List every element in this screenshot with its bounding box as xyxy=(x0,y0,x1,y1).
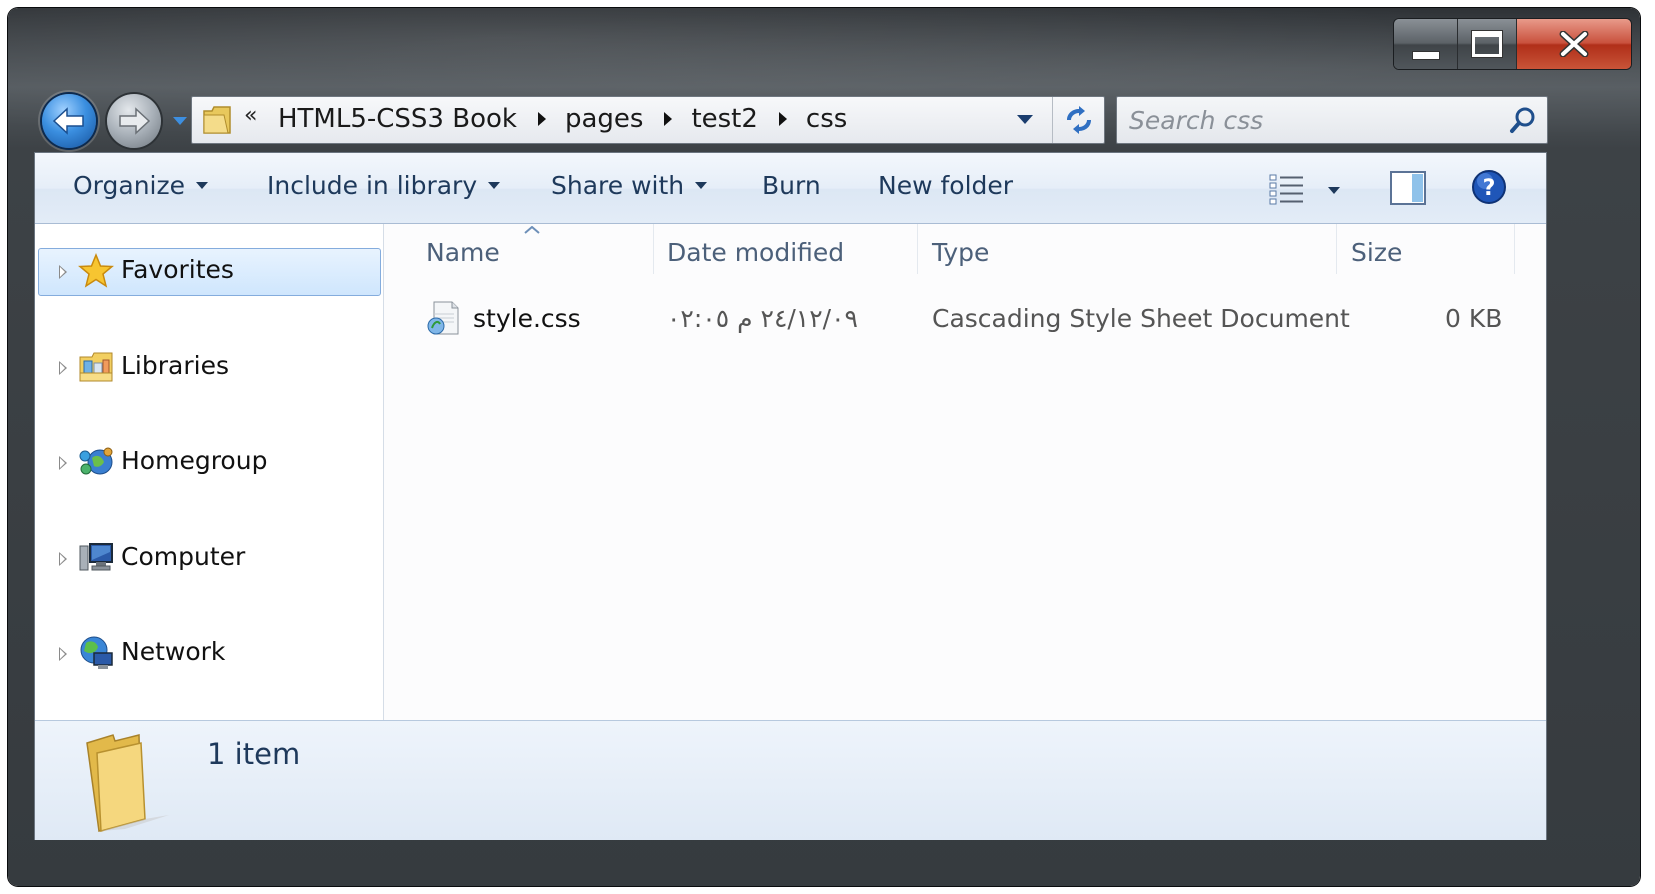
new-folder-button[interactable]: New folder xyxy=(878,171,1013,200)
forward-arrow-icon xyxy=(119,107,151,135)
sidebar-item-homegroup[interactable]: Homegroup xyxy=(35,439,383,489)
content-area: Organize Include in library Share with B… xyxy=(34,152,1547,840)
chevron-down-icon xyxy=(695,182,708,189)
forward-button[interactable] xyxy=(107,94,161,148)
column-header-label: Name xyxy=(426,238,500,267)
expand-arrow-icon[interactable] xyxy=(59,265,67,279)
include-in-library-menu[interactable]: Include in library xyxy=(267,171,501,200)
star-icon xyxy=(78,253,114,288)
chevron-down-icon xyxy=(488,182,501,189)
expand-arrow-icon[interactable] xyxy=(59,647,67,661)
close-button[interactable] xyxy=(1516,19,1631,69)
search-input[interactable] xyxy=(1127,103,1491,137)
maximize-icon xyxy=(1472,31,1503,57)
burn-button[interactable]: Burn xyxy=(762,171,821,200)
column-divider[interactable] xyxy=(1514,224,1515,274)
maximize-button[interactable] xyxy=(1458,19,1517,69)
help-icon[interactable]: ? xyxy=(1471,169,1507,205)
folder-icon xyxy=(203,106,231,134)
minimize-button[interactable] xyxy=(1394,19,1459,69)
folder-large-icon xyxy=(86,734,169,832)
network-icon xyxy=(80,636,113,669)
table-row[interactable]: style.css ٢٤/١٢/٠٩ م ٠٢:٠٥ Cascading Sty… xyxy=(384,296,1546,340)
breadcrumb-item[interactable]: pages xyxy=(565,104,643,134)
recent-pages-button[interactable] xyxy=(172,114,188,128)
share-with-menu[interactable]: Share with xyxy=(551,171,708,200)
command-bar: Organize Include in library Share with B… xyxy=(35,153,1546,224)
breadcrumb-separator-icon[interactable] xyxy=(537,112,546,126)
css-file-icon xyxy=(427,301,459,335)
address-bar[interactable]: « HTML5-CSS3 Book pages test2 css xyxy=(191,96,1105,144)
sidebar-item-computer[interactable]: Computer xyxy=(35,535,383,585)
organize-label: Organize xyxy=(73,171,185,200)
search-icon[interactable] xyxy=(1509,106,1537,134)
sidebar-item-label: Libraries xyxy=(121,351,229,380)
preview-pane-icon[interactable] xyxy=(1390,171,1426,205)
refresh-button[interactable] xyxy=(1052,97,1105,143)
file-name: style.css xyxy=(473,304,581,333)
computer-icon xyxy=(79,543,113,571)
back-arrow-icon xyxy=(52,107,84,135)
burn-label: Burn xyxy=(762,171,821,200)
homegroup-icon xyxy=(79,447,113,475)
breadcrumb-separator-icon[interactable] xyxy=(664,112,673,126)
column-divider[interactable] xyxy=(653,224,654,274)
sort-ascending-icon xyxy=(524,226,540,234)
expand-arrow-icon[interactable] xyxy=(59,361,67,375)
expand-arrow-icon[interactable] xyxy=(59,456,67,470)
address-overflow[interactable]: « xyxy=(244,103,257,128)
share-with-label: Share with xyxy=(551,171,685,200)
column-header-type[interactable]: Type xyxy=(932,238,989,267)
minimize-icon xyxy=(1411,50,1440,60)
column-header-size[interactable]: Size xyxy=(1351,238,1402,267)
expand-arrow-icon[interactable] xyxy=(59,552,67,566)
svg-text:?: ? xyxy=(1483,176,1496,201)
sidebar-item-label: Homegroup xyxy=(121,446,268,475)
libraries-icon xyxy=(79,352,113,382)
file-date-modified: ٢٤/١٢/٠٩ م ٠٢:٠٥ xyxy=(667,304,858,333)
breadcrumb-separator-icon[interactable] xyxy=(778,112,787,126)
caption-buttons xyxy=(1393,18,1632,70)
search-box xyxy=(1116,96,1548,144)
column-divider[interactable] xyxy=(1336,224,1337,274)
address-dropdown-icon[interactable] xyxy=(1017,115,1033,124)
back-button[interactable] xyxy=(42,94,96,148)
breadcrumb-item[interactable]: css xyxy=(806,104,847,134)
sidebar-item-label: Computer xyxy=(121,542,246,571)
navigation-pane: Favorites Libraries Homegroup Computer N… xyxy=(35,224,384,720)
file-list: Name Date modified Type Size style.css ٢… xyxy=(384,224,1546,720)
breadcrumb-item[interactable]: test2 xyxy=(691,104,757,134)
chevron-down-icon xyxy=(196,182,208,189)
column-divider[interactable] xyxy=(917,224,918,274)
sidebar-item-network[interactable]: Network xyxy=(35,630,383,680)
view-options-chevron-icon[interactable] xyxy=(1327,186,1341,196)
details-view-icon[interactable] xyxy=(1269,173,1305,205)
refresh-icon xyxy=(1067,106,1091,134)
include-in-library-label: Include in library xyxy=(267,171,478,200)
details-pane: 1 item xyxy=(35,720,1546,840)
sidebar-item-favorites[interactable]: Favorites xyxy=(35,248,383,298)
sidebar-item-libraries[interactable]: Libraries xyxy=(35,344,383,394)
column-header-date-modified[interactable]: Date modified xyxy=(667,238,844,267)
chevron-down-icon xyxy=(173,117,187,125)
file-type: Cascading Style Sheet Document xyxy=(932,304,1350,333)
new-folder-label: New folder xyxy=(878,171,1014,200)
file-size: 0 KB xyxy=(1445,304,1503,333)
breadcrumb: HTML5-CSS3 Book pages test2 css xyxy=(278,104,847,134)
item-count: 1 item xyxy=(207,737,301,771)
explorer-window: « HTML5-CSS3 Book pages test2 css Search… xyxy=(8,8,1640,886)
close-icon xyxy=(1559,31,1589,57)
sidebar-item-label: Network xyxy=(121,637,226,666)
breadcrumb-item[interactable]: HTML5-CSS3 Book xyxy=(278,104,517,134)
organize-menu[interactable]: Organize xyxy=(73,171,208,200)
sidebar-item-label: Favorites xyxy=(121,255,234,284)
